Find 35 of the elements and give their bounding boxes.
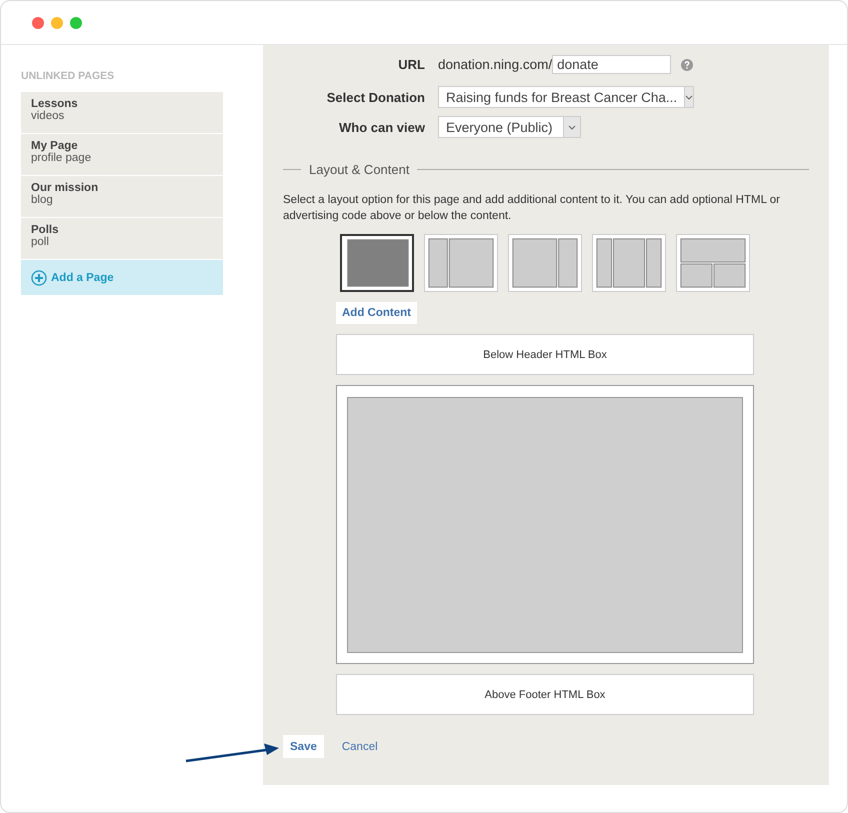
caret-icon[interactable] xyxy=(684,87,694,107)
caret-icon[interactable] xyxy=(563,117,580,137)
donation-select[interactable]: Raising funds for Breast Cancer Cha... xyxy=(438,86,694,108)
page-title: Lessons xyxy=(31,98,79,110)
url-input[interactable]: donate xyxy=(552,55,672,74)
url-label: URL xyxy=(397,57,425,72)
visibility-select[interactable]: Everyone (Public) xyxy=(438,116,581,138)
sidebar-heading: UNLINKED PAGES xyxy=(21,70,116,82)
maximize-dot[interactable] xyxy=(70,16,82,28)
url-prefix: donation.ning.com/ xyxy=(438,57,552,72)
page-title: My Page xyxy=(31,140,79,152)
header-html-box[interactable]: Below Header HTML Box xyxy=(336,334,754,375)
page-type: blog xyxy=(31,194,54,206)
close-dot[interactable] xyxy=(32,16,44,28)
page-item[interactable]: Our mission blog xyxy=(21,176,223,217)
visibility-label: Who can view xyxy=(338,120,425,134)
footer-html-box[interactable]: Above Footer HTML Box xyxy=(336,674,754,715)
donation-label: Select Donation xyxy=(326,90,425,104)
layout-option[interactable] xyxy=(340,234,414,292)
plus-icon xyxy=(31,270,47,286)
section-title: Layout & Content xyxy=(309,162,410,177)
help-icon[interactable] xyxy=(681,58,694,70)
page-item[interactable]: Polls poll xyxy=(21,218,223,259)
add-content-button[interactable]: Add Content xyxy=(336,302,417,324)
page-item[interactable]: My Page profile page xyxy=(21,134,223,175)
page-item[interactable]: Lessons videos xyxy=(21,92,223,133)
page-type: poll xyxy=(31,236,50,248)
page-type: videos xyxy=(31,110,66,122)
cancel-link[interactable]: Cancel xyxy=(342,740,378,752)
minimize-dot[interactable] xyxy=(51,16,63,28)
save-button[interactable]: Save xyxy=(283,735,324,758)
page-title: Polls xyxy=(31,224,60,236)
section-description: Select a layout option for this page and add additional content to it. You can add optional HTML or advertising code above or below the content. xyxy=(283,193,781,224)
page-type: profile page xyxy=(31,152,92,164)
page-title: Our mission xyxy=(31,182,100,194)
